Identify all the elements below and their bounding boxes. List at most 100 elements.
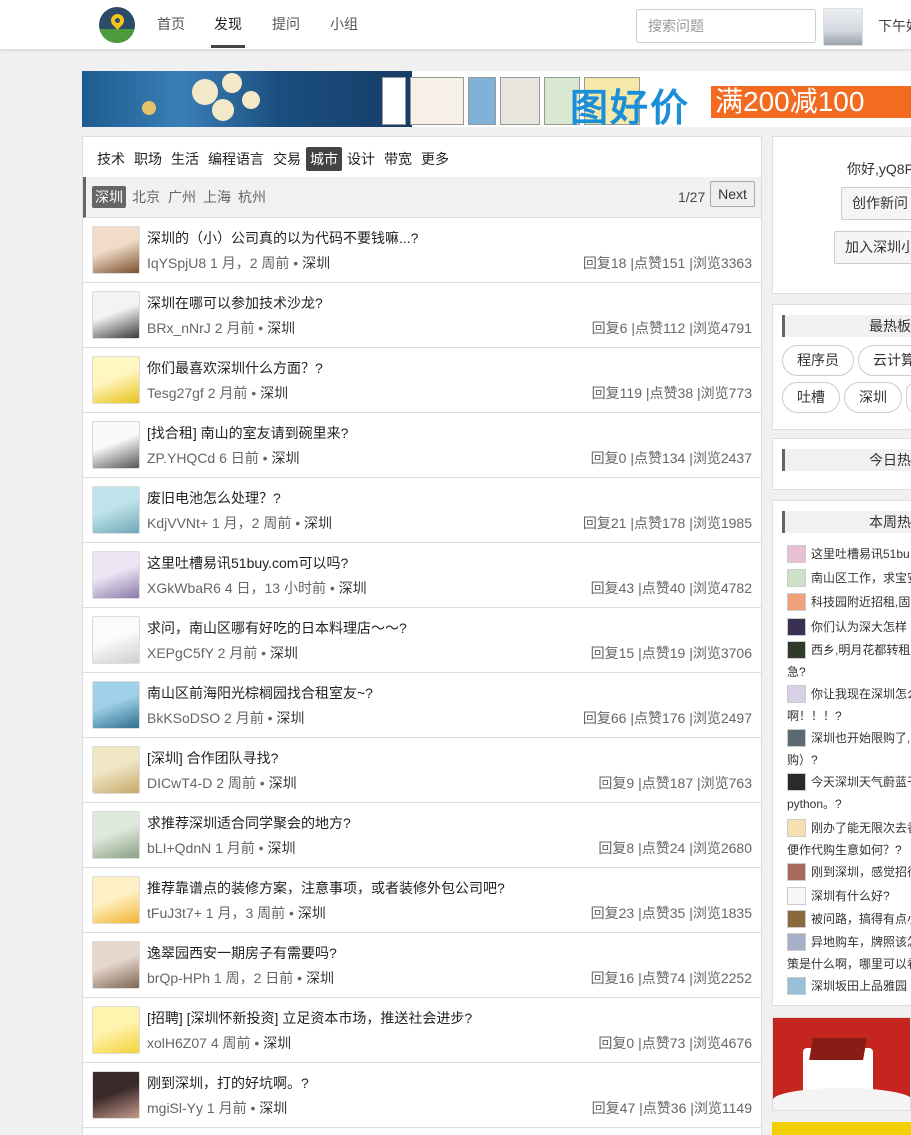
topic-title[interactable]: 你们最喜欢深圳什么方面？? xyxy=(147,358,323,378)
tab-design[interactable]: 设计 xyxy=(347,147,375,171)
topic-tag[interactable]: 深圳 xyxy=(263,1035,291,1051)
hot-item-title[interactable]: 南山区工作，求宝安 xyxy=(811,569,911,587)
hot-item-title[interactable]: 异地购车，牌照该怎 xyxy=(811,933,911,951)
topic-avatar[interactable] xyxy=(92,746,140,794)
topic-author[interactable]: tFuJ3t7+ xyxy=(147,905,202,921)
topic-author[interactable]: Tesg27gf xyxy=(147,385,204,401)
hot-item-title[interactable]: 刚办了能无限次去香 xyxy=(811,819,911,837)
hot-item-title-cont[interactable]: 便作代购生意如何？? xyxy=(787,841,902,859)
topic-row[interactable]: 这里吐槽易讯51buy.com可以吗? XGkWbaR6 4 日，13 小时前 •… xyxy=(83,543,761,608)
topic-avatar[interactable] xyxy=(92,876,140,924)
topic-row[interactable]: 刚到深圳，打的好坑啊。? mgiSl-Yy 1 月前 • 深圳 回复47 |点赞36… xyxy=(83,1063,761,1128)
topic-author[interactable]: mgiSl-Yy xyxy=(147,1100,203,1116)
topic-avatar[interactable] xyxy=(92,811,140,859)
topic-tag[interactable]: 深圳 xyxy=(306,970,334,986)
topic-title[interactable]: 这里吐槽易讯51buy.com可以吗? xyxy=(147,553,348,573)
topic-avatar[interactable] xyxy=(92,616,140,664)
topic-tag[interactable]: 深圳 xyxy=(269,775,297,791)
topic-author[interactable]: XEPgC5fY xyxy=(147,645,214,661)
tab-bandwidth[interactable]: 带宽 xyxy=(384,147,412,171)
topic-author[interactable]: DICwT4-D xyxy=(147,775,212,791)
topic-row[interactable]: [找合租] 南山的室友请到碗里来? ZP.YHQCd 6 日前 • 深圳 回复0 |… xyxy=(83,413,761,478)
topic-row[interactable]: [招聘] [深圳怀新投资] 立足资本市场，推送社会进步? xolH6Z07 4 周… xyxy=(83,998,761,1063)
hot-item-title-cont[interactable]: 啊！！！? xyxy=(787,707,842,725)
topic-avatar[interactable] xyxy=(92,486,140,534)
topic-tag[interactable]: 深圳 xyxy=(271,450,299,466)
topic-tag[interactable]: 深圳 xyxy=(267,320,295,336)
hot-item-title-cont[interactable]: 急? xyxy=(787,663,806,681)
board-pill[interactable]: 程序员 xyxy=(782,345,854,376)
topic-author[interactable]: XGkWbaR6 xyxy=(147,580,221,596)
topic-author[interactable]: KdjVVNt+ xyxy=(147,515,208,531)
tab-career[interactable]: 职场 xyxy=(134,147,162,171)
topic-title[interactable]: 逸翠园西安一期房子有需要吗? xyxy=(147,943,337,963)
topic-title[interactable]: 深圳的（小）公司真的以为代码不要钱嘛...? xyxy=(147,228,418,248)
join-group-button[interactable]: 加入深圳小 xyxy=(834,231,911,264)
topic-row[interactable]: 求问，南山区哪有好吃的日本料理店～～? XEPgC5fY 2 月前 • 深圳 回复1… xyxy=(83,608,761,673)
topic-author[interactable]: bLI+QdnN xyxy=(147,840,211,856)
nav-discover[interactable]: 发现 xyxy=(214,14,242,34)
hot-item-title[interactable]: 刚到深圳，感觉招待 xyxy=(811,863,911,881)
topic-avatar[interactable] xyxy=(92,1071,140,1119)
hot-item-title[interactable]: 深圳也开始限购了, xyxy=(811,729,910,747)
tab-programming[interactable]: 编程语言 xyxy=(208,147,264,171)
topic-avatar[interactable] xyxy=(92,291,140,339)
subtab-shanghai[interactable]: 上海 xyxy=(203,186,231,208)
topic-title[interactable]: 推荐靠谱点的装修方案，注意事项，或者装修外包公司吧? xyxy=(147,878,505,898)
hot-item-title[interactable]: 深圳坂田上品雅园 xyxy=(811,977,907,995)
topic-title[interactable]: 求推荐深圳适合同学聚会的地方? xyxy=(147,813,351,833)
topic-title[interactable]: 废旧电池怎么处理？? xyxy=(147,488,281,508)
topic-author[interactable]: brQp-HPh xyxy=(147,970,210,986)
subtab-hangzhou[interactable]: 杭州 xyxy=(238,186,266,208)
topic-avatar[interactable] xyxy=(92,551,140,599)
topic-row[interactable]: 南山区前海阳光棕榈园找合租室友~? BkKSoDSO 2 月前 • 深圳 回复66 … xyxy=(83,673,761,738)
topic-tag[interactable]: 深圳 xyxy=(339,580,367,596)
topic-tag[interactable]: 深圳 xyxy=(270,645,298,661)
topic-author[interactable]: xolH6Z07 xyxy=(147,1035,207,1051)
hot-item-title-cont[interactable]: 策是什么啊，哪里可以看 xyxy=(787,955,911,973)
topic-author[interactable]: BkKSoDSO xyxy=(147,710,220,726)
hot-item-title[interactable]: 西乡,明月花都转租 xyxy=(811,641,910,659)
hot-item-title[interactable]: 深圳有什么好? xyxy=(811,887,890,905)
hot-item-title[interactable]: 你们认为深大怎样 xyxy=(811,618,907,636)
hot-item-title[interactable]: 被问路，搞得有点小 xyxy=(811,910,911,928)
hot-item-title-cont[interactable]: 购）? xyxy=(787,751,818,769)
hot-item-title[interactable]: 今天深圳天气蔚蓝干 xyxy=(811,773,911,791)
tab-city[interactable]: 城市 xyxy=(306,147,342,171)
nav-home[interactable]: 首页 xyxy=(157,14,185,34)
nav-ask[interactable]: 提问 xyxy=(272,14,300,34)
create-question-button[interactable]: 创作新问 xyxy=(841,187,911,220)
topic-row[interactable]: [深圳] 合作团队寻找? DICwT4-D 2 周前 • 深圳 回复9 |点赞187… xyxy=(83,738,761,803)
topic-avatar[interactable] xyxy=(92,941,140,989)
topic-row[interactable]: 深圳在哪可以参加技术沙龙? BRx_nNrJ 2 月前 • 深圳 回复6 |点赞11… xyxy=(83,283,761,348)
site-logo[interactable] xyxy=(99,7,135,43)
board-pill[interactable]: 吐槽 xyxy=(782,382,840,413)
board-pill[interactable]: 深圳 xyxy=(844,382,902,413)
side-ad-yellow[interactable] xyxy=(772,1122,911,1135)
next-page-button[interactable]: Next xyxy=(710,181,755,207)
topic-avatar[interactable] xyxy=(92,421,140,469)
topic-tag[interactable]: 深圳 xyxy=(298,905,326,921)
hot-item-title[interactable]: 你让我现在深圳怎么 xyxy=(811,685,911,703)
tab-life[interactable]: 生活 xyxy=(171,147,199,171)
topic-title[interactable]: [深圳] 合作团队寻找? xyxy=(147,748,278,768)
topic-tag[interactable]: 深圳 xyxy=(304,515,332,531)
topic-tag[interactable]: 深圳 xyxy=(259,1100,287,1116)
topic-avatar[interactable] xyxy=(92,226,140,274)
subtab-guangzhou[interactable]: 广州 xyxy=(168,186,196,208)
topic-row[interactable]: 逸翠园西安一期房子有需要吗? brQp-HPh 1 周，2 日前 • 深圳 回复16… xyxy=(83,933,761,998)
topic-author[interactable]: BRx_nNrJ xyxy=(147,320,211,336)
topic-title[interactable]: [招聘] [深圳怀新投资] 立足资本市场，推送社会进步? xyxy=(147,1008,472,1028)
subtab-shenzhen[interactable]: 深圳 xyxy=(92,186,126,208)
hot-item-title[interactable]: 科技园附近招租,固定 xyxy=(811,593,911,611)
user-avatar[interactable] xyxy=(823,8,863,46)
tab-trade[interactable]: 交易 xyxy=(273,147,301,171)
topic-row[interactable]: 你们最喜欢深圳什么方面？? Tesg27gf 2 月前 • 深圳 回复119 |点赞… xyxy=(83,348,761,413)
tab-more[interactable]: 更多 xyxy=(421,147,449,171)
search-input[interactable] xyxy=(636,9,816,43)
subtab-beijing[interactable]: 北京 xyxy=(132,186,160,208)
topic-author[interactable]: ZP.YHQCd xyxy=(147,450,215,466)
topic-avatar[interactable] xyxy=(92,356,140,404)
banner-ad[interactable]: 图好价 满200减100 xyxy=(82,71,911,127)
hot-item-title[interactable]: 这里吐槽易讯51bu xyxy=(811,545,910,563)
